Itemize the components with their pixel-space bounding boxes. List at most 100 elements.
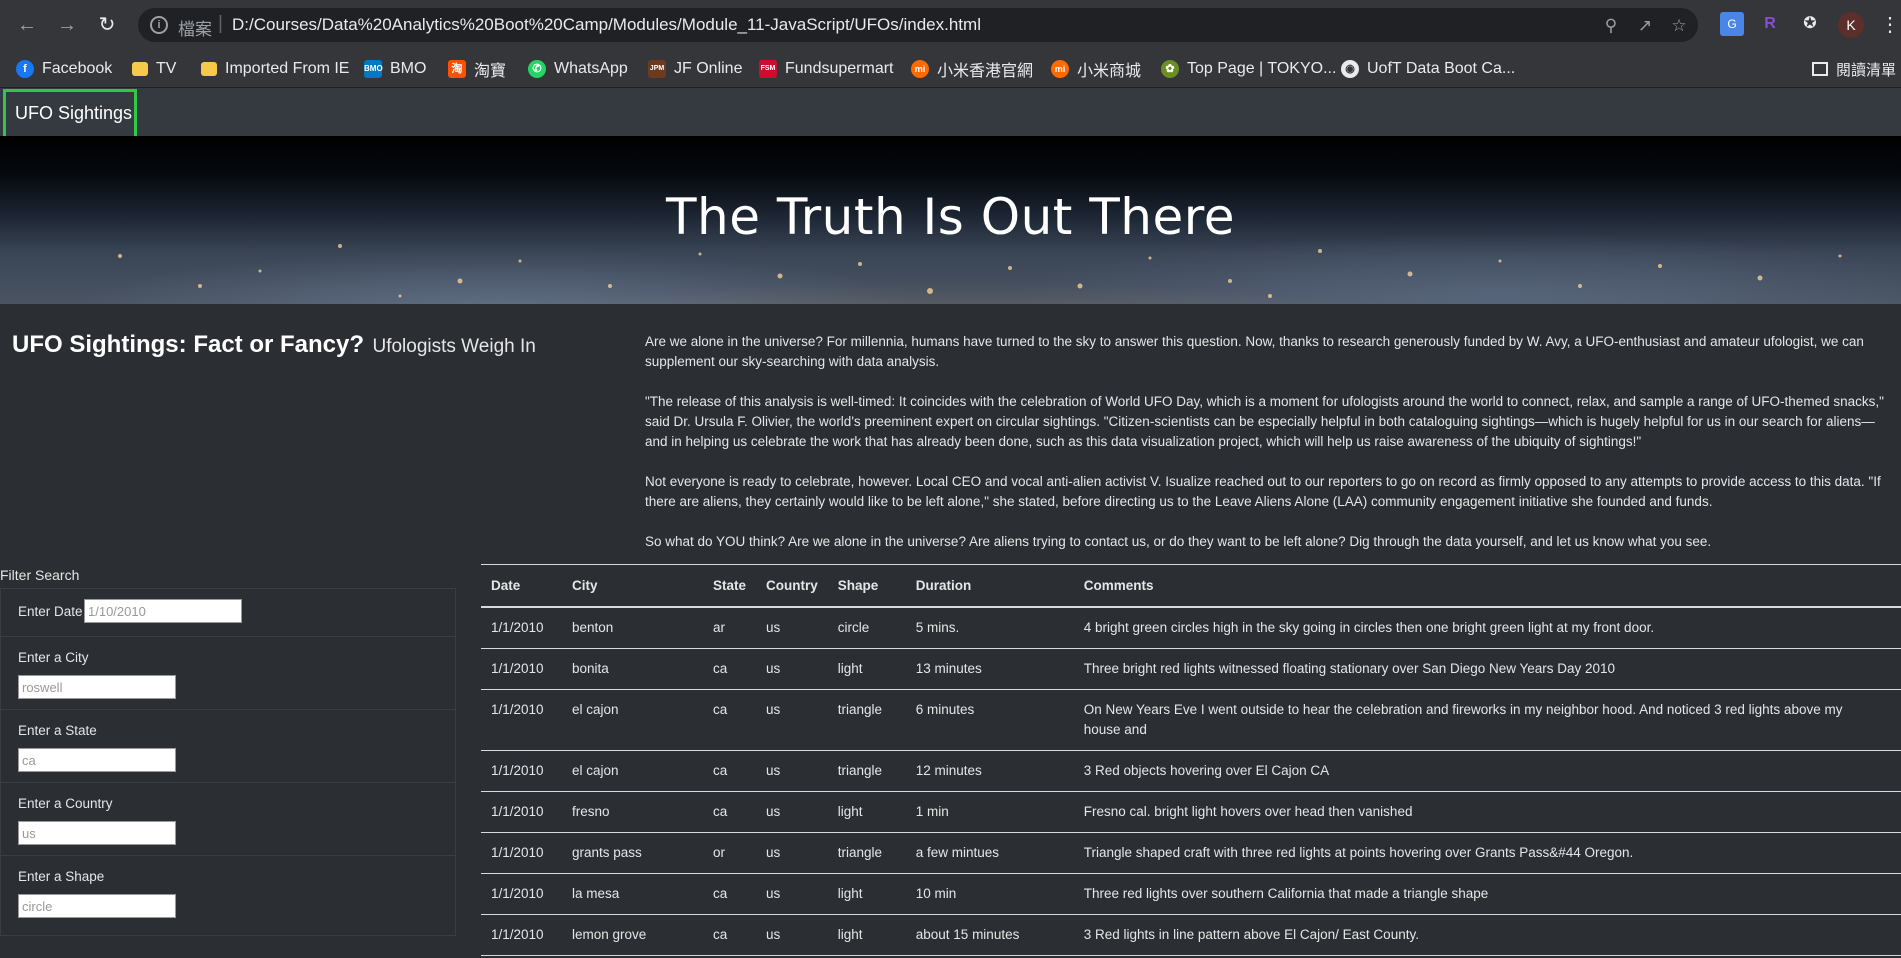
cell-shape: triangle xyxy=(827,750,906,792)
bookmark-imported-from-ie[interactable]: Imported From IE xyxy=(201,50,349,88)
cell-state: ca xyxy=(703,873,757,915)
article-paragraph: Not everyone is ready to celebrate, howe… xyxy=(645,474,1881,509)
cell-shape: light xyxy=(827,914,906,956)
bookmark-mi-store[interactable]: mi 小米商城 xyxy=(1051,50,1141,88)
table-row: 1/1/2010 la mesa ca us light 10 min Thre… xyxy=(481,873,1901,915)
reload-icon[interactable]: ↻ xyxy=(94,12,120,38)
cell-country: us xyxy=(756,873,828,915)
cell-comments: Triangle shaped craft with three red lig… xyxy=(1073,832,1901,874)
bookmark-taobao[interactable]: 淘 淘寶 xyxy=(448,50,506,88)
cell-duration: 13 minutes xyxy=(905,648,1074,690)
cell-state: ca xyxy=(703,750,757,792)
article-body: Are we alone in the universe? For millen… xyxy=(645,332,1885,572)
cell-shape: triangle xyxy=(827,832,906,874)
cell-date: 1/1/2010 xyxy=(481,832,562,874)
bookmark-label: UofT Data Boot Ca... xyxy=(1367,60,1516,77)
cell-state: ar xyxy=(703,606,757,649)
cell-comments: Fresno cal. bright light hovers over hea… xyxy=(1073,791,1901,833)
cell-country: us xyxy=(756,648,828,690)
table-row: 1/1/2010 el cajon ca us triangle 6 minut… xyxy=(481,689,1901,751)
ufo-table-container: Date City State Country Shape Duration C… xyxy=(481,564,1901,956)
cell-state: ca xyxy=(703,914,757,956)
cell-shape: triangle xyxy=(827,689,906,751)
bookmark-label: Top Page | TOKYO... xyxy=(1187,60,1337,77)
cell-date: 1/1/2010 xyxy=(481,606,562,649)
bookmark-star-icon[interactable]: ☆ xyxy=(1668,15,1690,37)
filter-shape: Enter a Shape xyxy=(1,856,455,929)
taobao-icon: 淘 xyxy=(448,60,466,78)
bookmark-label: 小米商城 xyxy=(1077,63,1142,80)
url-separator: | xyxy=(218,13,223,34)
cell-city: benton xyxy=(562,606,703,649)
cell-date: 1/1/2010 xyxy=(481,873,562,915)
cell-duration: a few mintues xyxy=(905,832,1074,874)
bookmark-label: Facebook xyxy=(42,60,113,77)
mi-icon: mi xyxy=(1051,60,1069,78)
bookmark-fundsupermart[interactable]: FSM Fundsupermart xyxy=(759,50,894,88)
filter-state-label: Enter a State xyxy=(18,723,97,738)
cell-shape: circle xyxy=(827,606,906,649)
reading-list[interactable]: 閱讀清單 xyxy=(1812,50,1896,88)
cell-duration: 10 min xyxy=(905,873,1074,915)
cell-date: 1/1/2010 xyxy=(481,648,562,690)
url-text[interactable]: D:/Courses/Data%20Analytics%20Boot%20Cam… xyxy=(232,15,981,35)
r-extension-icon[interactable]: R xyxy=(1758,12,1782,36)
reading-list-label: 閱讀清單 xyxy=(1836,61,1897,79)
state-input[interactable] xyxy=(18,748,176,772)
cell-duration: 1 min xyxy=(905,791,1074,833)
share-icon[interactable]: ↗ xyxy=(1634,15,1656,37)
shape-input[interactable] xyxy=(18,894,176,918)
filter-date: Enter Date xyxy=(1,589,455,637)
reading-list-icon xyxy=(1812,62,1828,76)
cell-comments: 4 bright green circles high in the sky g… xyxy=(1073,606,1901,649)
cell-state: or xyxy=(703,832,757,874)
bookmark-tv[interactable]: TV xyxy=(132,50,176,88)
profile-avatar[interactable]: K xyxy=(1838,12,1864,38)
extensions-puzzle-icon[interactable]: ✪ xyxy=(1798,12,1822,36)
address-bar[interactable]: i 檔案 | D:/Courses/Data%20Analytics%20Boo… xyxy=(138,8,1698,42)
info-icon[interactable]: i xyxy=(150,16,168,34)
zoom-icon[interactable]: ⚲ xyxy=(1600,15,1622,37)
table-body: 1/1/2010 benton ar us circle 5 mins. 4 b… xyxy=(481,606,1901,956)
navbar-brand[interactable]: UFO Sightings xyxy=(3,89,137,139)
forward-arrow-icon[interactable]: → xyxy=(54,12,80,38)
filter-state: Enter a State xyxy=(1,710,455,783)
cell-city: lemon grove xyxy=(562,914,703,956)
filter-country-label: Enter a Country xyxy=(18,796,113,811)
url-scheme: 檔案 xyxy=(178,20,212,39)
table-header-row: Date City State Country Shape Duration C… xyxy=(481,564,1901,608)
bookmark-bmo[interactable]: BMO BMO xyxy=(364,50,426,88)
cell-shape: light xyxy=(827,873,906,915)
intro-subtitle: Ufologists Weigh In xyxy=(372,336,536,357)
bookmark-facebook[interactable]: f Facebook xyxy=(16,50,112,88)
cell-state: ca xyxy=(703,791,757,833)
cell-city: grants pass xyxy=(562,832,703,874)
google-translate-icon[interactable]: G xyxy=(1720,12,1744,36)
cell-duration: 6 minutes xyxy=(905,689,1074,751)
bookmark-whatsapp[interactable]: ✆ WhatsApp xyxy=(528,50,628,88)
article-paragraph: So what do YOU think? Are we alone in th… xyxy=(645,534,1712,549)
cell-city: bonita xyxy=(562,648,703,690)
bookmark-tokyo[interactable]: ✿ Top Page | TOKYO... xyxy=(1161,50,1336,88)
filter-city: Enter a City xyxy=(1,637,455,710)
bookmarks-bar: f Facebook TV Imported From IE BMO BMO 淘… xyxy=(0,50,1901,88)
menu-dots-icon[interactable]: ⋮ xyxy=(1880,12,1900,38)
page: UFO Sightings The Truth Is Out There UFO… xyxy=(0,88,1901,958)
date-input[interactable] xyxy=(84,599,242,623)
article-paragraph: "The release of this analysis is well-ti… xyxy=(645,394,1884,449)
bmo-icon: BMO xyxy=(364,60,383,78)
intro-title: UFO Sightings: Fact or Fancy? xyxy=(12,331,365,358)
bookmark-uoft[interactable]: ◉ UofT Data Boot Ca... xyxy=(1341,50,1515,88)
table-row: 1/1/2010 benton ar us circle 5 mins. 4 b… xyxy=(481,606,1901,649)
back-arrow-icon[interactable]: ← xyxy=(14,12,40,38)
city-input[interactable] xyxy=(18,675,176,699)
country-input[interactable] xyxy=(18,821,176,845)
filter-date-label: Enter Date xyxy=(18,604,83,619)
bookmark-label: WhatsApp xyxy=(554,60,628,77)
filter-heading: Filter Search xyxy=(0,567,80,583)
bookmark-jf-online[interactable]: JPM JF Online xyxy=(648,50,742,88)
bookmark-label: TV xyxy=(156,60,177,77)
cell-state: ca xyxy=(703,689,757,751)
bookmark-mi-hk[interactable]: mi 小米香港官網 xyxy=(911,50,1033,88)
cell-city: el cajon xyxy=(562,750,703,792)
